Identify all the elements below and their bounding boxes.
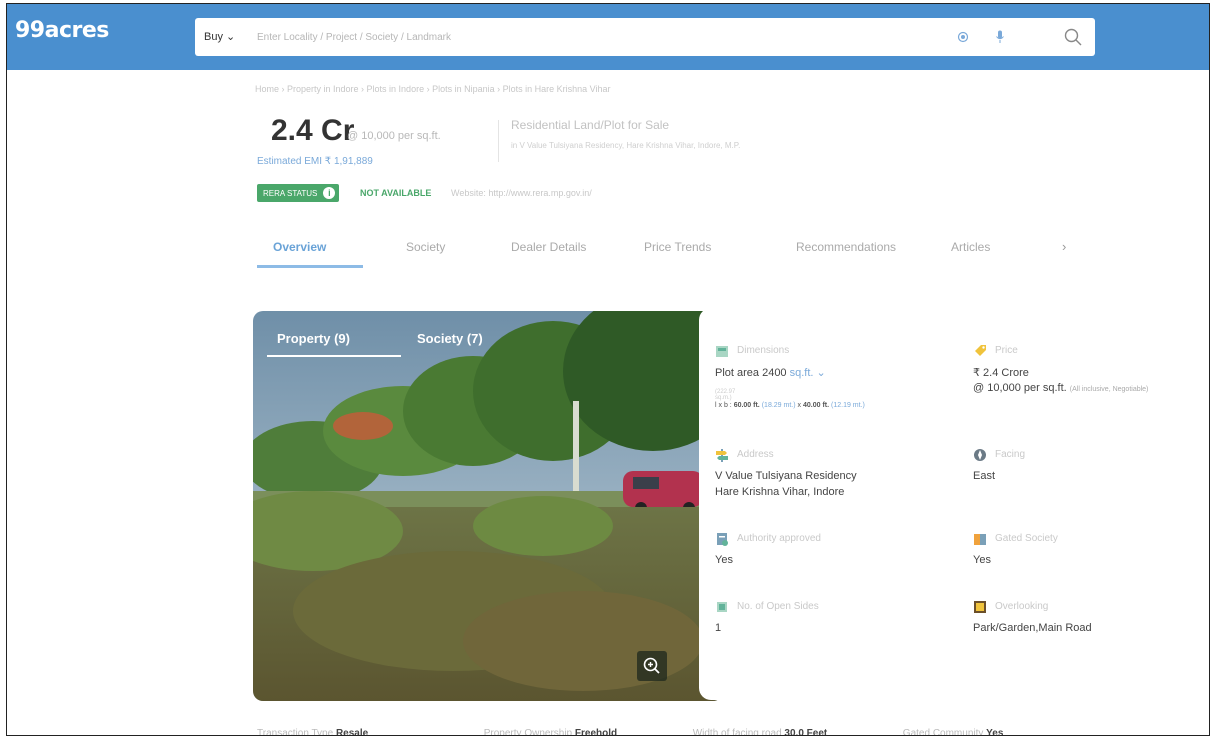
open-sides-value: 1	[715, 622, 722, 634]
search-input[interactable]	[257, 27, 817, 47]
gated-label: Gated Society	[995, 533, 1058, 544]
window-icon	[974, 601, 986, 613]
tab-dealer-details[interactable]: Dealer Details	[511, 240, 586, 254]
open-sides-icon	[717, 602, 727, 612]
price-value: ₹ 2.4 Crore	[973, 367, 1029, 379]
authority-label: Authority approved	[737, 533, 821, 544]
address-line-1: V Value Tulsiyana Residency	[715, 470, 857, 482]
breadcrumb[interactable]: Home › Property in Indore › Plots in Ind…	[255, 84, 611, 94]
additional-details-strip: Transaction Type Resale Property Ownersh…	[257, 728, 1004, 736]
gated-value: Yes	[973, 554, 991, 566]
area-unit-dropdown[interactable]: sq.ft. ⌄	[790, 367, 826, 379]
ownership-value: Freehold	[574, 728, 618, 736]
site-logo[interactable]: 99acres	[15, 18, 109, 43]
address-line-2: Hare Krishna Vihar, Indore	[715, 486, 845, 498]
overlooking-value: Park/Garden,Main Road	[973, 622, 1092, 634]
dimensions-lxb: l x b : 60.00 ft. (18.29 mt.) x 40.00 ft…	[715, 402, 865, 409]
gate-icon	[974, 534, 986, 545]
property-type: Residential Land/Plot for Sale	[511, 118, 670, 132]
dimensions-icon	[716, 346, 728, 357]
gallery-tab-indicator	[267, 355, 401, 357]
search-icon[interactable]	[1063, 27, 1083, 47]
tab-recommendations[interactable]: Recommendations	[796, 240, 896, 254]
tabs-next-arrow[interactable]: ›	[1062, 239, 1066, 254]
location-icon[interactable]	[957, 31, 969, 43]
rera-status-badge[interactable]: RERA STATUS i	[257, 184, 340, 202]
transaction-type-value: Resale	[335, 728, 369, 736]
listing-price: 2.4 Cr	[271, 114, 355, 147]
signpost-icon	[716, 449, 728, 462]
dimensions-label: Dimensions	[737, 345, 790, 356]
zoom-in-icon	[643, 657, 660, 674]
dimensions-value: Plot area 2400 sq.ft. ⌄	[715, 367, 826, 379]
transaction-type-label: Transaction Type	[257, 728, 334, 736]
mic-icon[interactable]	[995, 30, 1005, 44]
authority-value: Yes	[715, 554, 733, 566]
ownership-label: Property Ownership	[483, 728, 573, 736]
rera-website[interactable]: Website: http://www.rera.mp.gov.in/	[451, 188, 592, 198]
tab-overview[interactable]: Overview	[273, 240, 326, 254]
emi-link[interactable]: Estimated EMI ₹ 1,91,889	[257, 156, 373, 167]
property-photo	[253, 311, 723, 701]
page-frame: 99acres Buy ⌄ Home › Property in Indore …	[6, 3, 1210, 736]
open-sides-label: No. of Open Sides	[737, 601, 819, 612]
road-width-value: 30.0 Feet	[784, 728, 828, 736]
address-label: Address	[737, 449, 774, 460]
price-label: Price	[995, 345, 1018, 356]
buy-dropdown[interactable]: Buy ⌄	[204, 30, 235, 43]
section-tabs: Overview Society Dealer Details Price Tr…	[257, 232, 1087, 268]
info-icon[interactable]: i	[323, 187, 336, 199]
tab-articles[interactable]: Articles	[951, 240, 990, 254]
search-bar: Buy ⌄	[195, 18, 1095, 56]
facing-label: Facing	[995, 449, 1026, 460]
gated-community-label: Gated Community	[902, 728, 984, 736]
gated-community-value: Yes	[986, 728, 1004, 736]
tab-society[interactable]: Society	[406, 240, 445, 254]
top-bar: 99acres Buy ⌄	[7, 4, 1209, 70]
active-tab-indicator	[257, 265, 363, 268]
overlooking-label: Overlooking	[995, 601, 1049, 612]
rera-status-value: NOT AVAILABLE	[360, 188, 432, 198]
property-photo-gallery[interactable]: Property (9) Society (7)	[253, 311, 723, 701]
price-rate-value: @ 10,000 per sq.ft. (All inclusive, Nego…	[973, 382, 1149, 394]
price-tag-icon	[975, 345, 986, 356]
zoom-button[interactable]	[637, 651, 667, 681]
road-width-label: Width of facing road	[692, 728, 782, 736]
header-divider	[498, 120, 499, 162]
rera-label: RERA STATUS	[263, 189, 318, 198]
tab-price-trends[interactable]: Price Trends	[644, 240, 711, 254]
price-rate: @ 10,000 per sq.ft.	[347, 130, 441, 142]
gallery-tab-society[interactable]: Society (7)	[417, 331, 483, 346]
gallery-tab-property[interactable]: Property (9)	[277, 331, 350, 346]
document-icon	[717, 533, 728, 546]
compass-icon	[974, 449, 986, 461]
facing-value: East	[973, 470, 996, 482]
property-address-line: in V Value Tulsiyana Residency, Hare Kri…	[511, 141, 741, 150]
dimensions-subvalue: (222.97 sq.m.)	[715, 389, 736, 401]
property-details-card: Dimensions Plot area 2400 sq.ft. ⌄ (222.…	[699, 308, 1209, 700]
